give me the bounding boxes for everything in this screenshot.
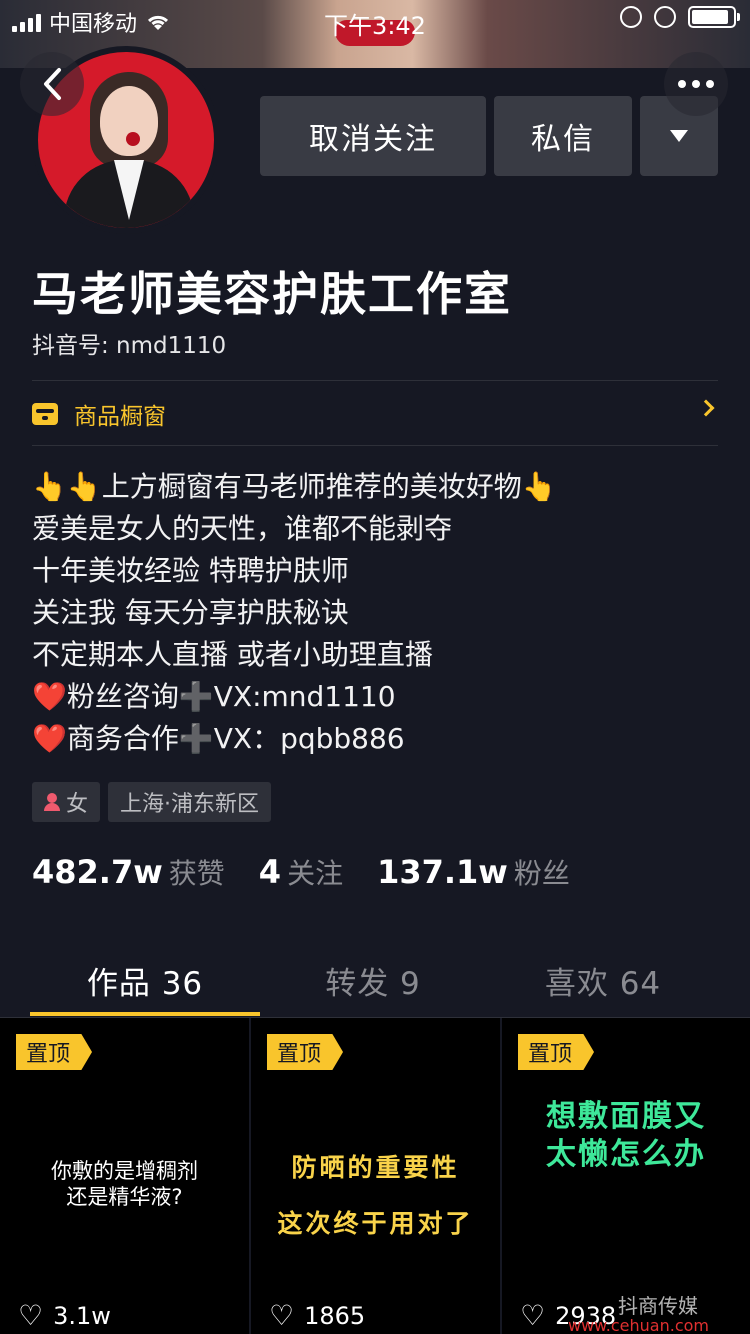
back-button[interactable]: [20, 52, 84, 116]
tab-likes[interactable]: 喜欢 64: [478, 958, 728, 1003]
status-bar-right: [620, 6, 740, 28]
likes-stat: 482.7w 获赞: [32, 852, 225, 892]
chevron-left-icon: [44, 68, 61, 100]
status-bar: 中国移动 下午3:42: [0, 0, 750, 40]
caption-line: 太懒怎么办: [546, 1137, 706, 1172]
likes-count: 482.7w: [32, 853, 163, 891]
bio-line: ❤️粉丝咨询➕VX:mnd1110: [32, 680, 396, 713]
location-label: 上海·浦东新区: [120, 792, 260, 817]
bio-line: 十年美妆经验 特聘护肤师: [32, 554, 349, 587]
following-count: 4: [258, 853, 282, 891]
likes-count: 1865: [304, 1302, 366, 1330]
heart-icon: ♡: [269, 1299, 295, 1332]
tab-works[interactable]: 作品 36: [20, 958, 270, 1003]
bio-line: ❤️商务合作➕VX：pqbb886: [32, 722, 405, 755]
shop-window-label: 商品橱窗: [74, 404, 166, 430]
video-likes: ♡ 1865: [269, 1299, 366, 1332]
chevron-right-icon: [697, 399, 715, 417]
battery-icon: [688, 6, 740, 28]
video-thumbnail[interactable]: 置顶 你敷的是增稠剂 还是精华液? ♡ 3.1w: [0, 1018, 249, 1334]
following-label: 关注: [287, 857, 344, 890]
profile-tags: 女 上海·浦东新区: [32, 782, 272, 822]
shop-window-entry[interactable]: 商品橱窗: [32, 384, 718, 444]
dot-icon: [678, 80, 686, 88]
video-thumbnail[interactable]: 置顶 想敷面膜又 太懒怎么办 ♡ 2938: [502, 1018, 750, 1334]
dot-icon: [706, 80, 714, 88]
profile-stats: 482.7w 获赞 4 关注 137.1w 粉丝: [32, 852, 604, 892]
location-tag: 上海·浦东新区: [108, 782, 272, 822]
triangle-down-icon: [670, 130, 688, 142]
divider: [32, 445, 718, 446]
tab-reposts[interactable]: 转发 9: [248, 958, 498, 1003]
profile-bio: 👆👆上方橱窗有马老师推荐的美妆好物👆 爱美是女人的天性，谁都不能剥夺 十年美妆经…: [32, 466, 718, 760]
heart-icon: ♡: [520, 1299, 546, 1332]
caption-line: 还是精华液?: [66, 1185, 183, 1209]
shop-icon: [32, 403, 58, 425]
video-caption: 你敷的是增稠剂 还是精华液?: [0, 1158, 249, 1210]
video-likes: ♡ 3.1w: [18, 1299, 111, 1332]
heart-icon: ♡: [18, 1299, 44, 1332]
profile-name: 马老师美容护肤工作室: [32, 267, 512, 321]
divider: [32, 380, 718, 381]
followers-stat[interactable]: 137.1w 粉丝: [377, 852, 570, 892]
bio-line: 爱美是女人的天性，谁都不能剥夺: [32, 512, 453, 545]
gender-label: 女: [66, 792, 89, 817]
following-stat[interactable]: 4 关注: [259, 852, 343, 892]
more-options-button[interactable]: [664, 52, 728, 116]
orientation-lock-icon: [620, 6, 642, 28]
message-button[interactable]: 私信: [494, 96, 632, 176]
bio-line: 关注我 每天分享护肤秘诀: [32, 596, 349, 629]
watermark-text: 抖商传媒: [618, 1294, 698, 1318]
caption-line: 想敷面膜又: [546, 1099, 706, 1134]
pinned-badge: 置顶: [16, 1034, 93, 1070]
dot-icon: [692, 80, 700, 88]
likes-label: 获赞: [168, 857, 225, 890]
tab-active-indicator: [30, 1012, 260, 1016]
caption-line: 你敷的是增稠剂: [51, 1159, 198, 1183]
video-grid: 置顶 你敷的是增稠剂 还是精华液? ♡ 3.1w 置顶 防晒的重要性 这次终于用…: [0, 1018, 750, 1334]
unfollow-button[interactable]: 取消关注: [260, 96, 486, 176]
followers-count: 137.1w: [377, 853, 508, 891]
video-caption: 防晒的重要性 这次终于用对了: [251, 1140, 500, 1252]
alarm-icon: [654, 6, 676, 28]
followers-label: 粉丝: [513, 857, 570, 890]
watermark-url: www.cehuan.com: [568, 1316, 709, 1334]
bio-line: 👆👆上方橱窗有马老师推荐的美妆好物👆: [32, 470, 557, 503]
video-thumbnail[interactable]: 置顶 防晒的重要性 这次终于用对了 ♡ 1865: [251, 1018, 500, 1334]
content-tabs: 作品 36 转发 9 喜欢 64: [0, 944, 750, 1018]
douyin-id: 抖音号: nmd1110: [32, 333, 227, 359]
pinned-badge: 置顶: [267, 1034, 344, 1070]
female-icon: [44, 793, 60, 811]
likes-count: 3.1w: [53, 1302, 111, 1330]
video-caption: 想敷面膜又 太懒怎么办: [502, 1098, 750, 1174]
gender-tag: 女: [32, 782, 101, 822]
caption-line: 这次终于用对了: [277, 1209, 474, 1238]
caption-line: 防晒的重要性: [291, 1153, 460, 1182]
pinned-badge: 置顶: [518, 1034, 595, 1070]
bio-line: 不定期本人直播 或者小助理直播: [32, 638, 433, 671]
